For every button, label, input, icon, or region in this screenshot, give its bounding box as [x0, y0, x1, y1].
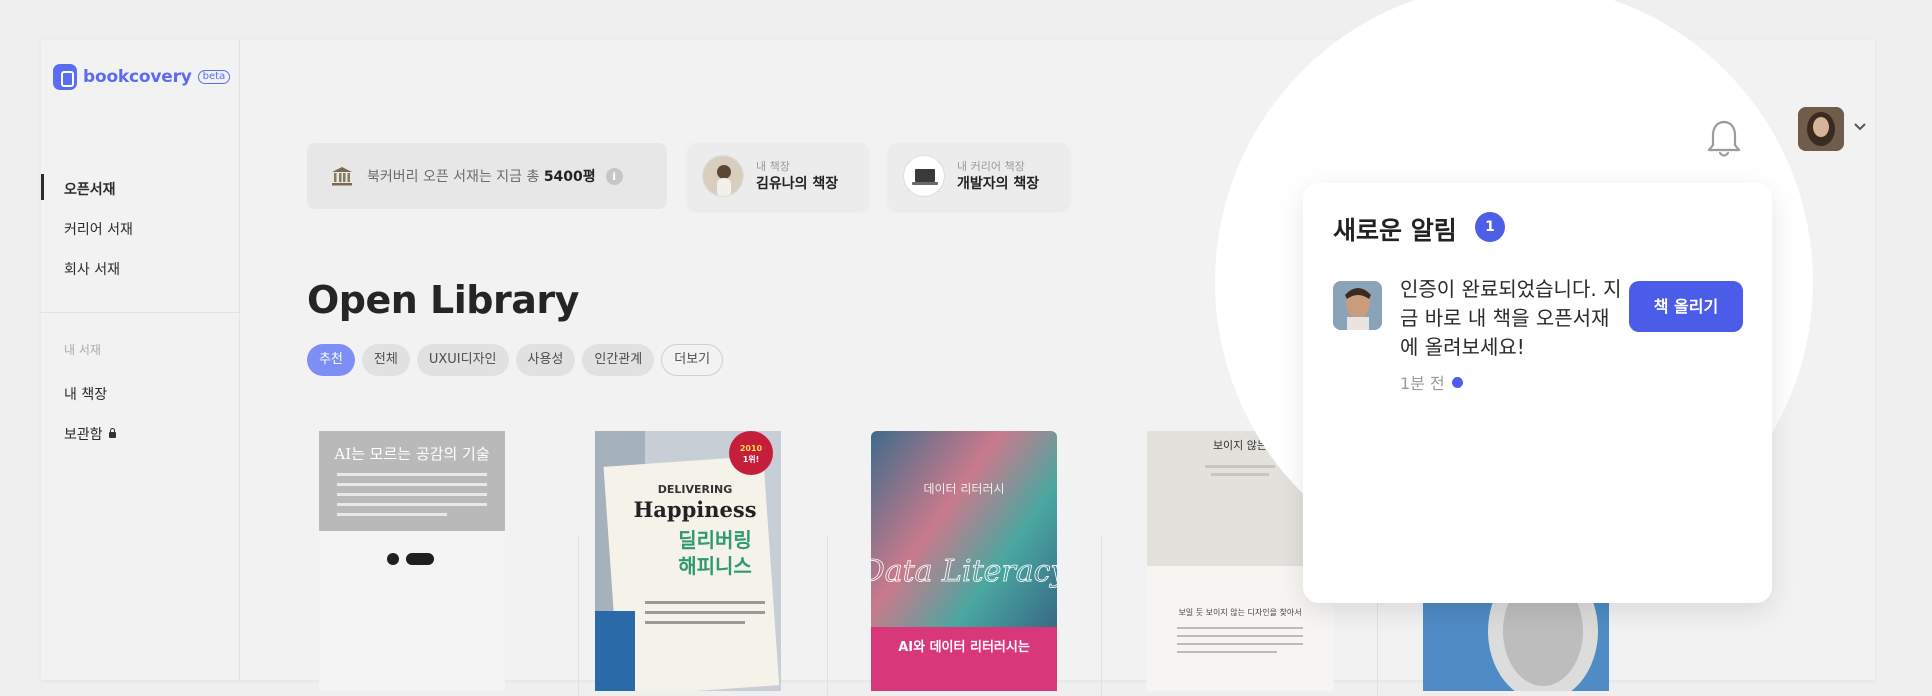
my-shelf-sub: 내 책장 — [756, 159, 790, 173]
library-stat-prefix: 북커버리 오픈 서재는 지금 총 — [367, 169, 544, 185]
tab-recommended[interactable]: 추천 — [307, 344, 355, 376]
book-badge: 1위! — [743, 454, 760, 464]
book-divider — [1101, 536, 1102, 696]
sidebar-section-label: 내 서재 — [64, 343, 101, 357]
tab-uxui-design[interactable]: UXUI디자인 — [416, 344, 509, 376]
sidebar-item-my-shelf[interactable]: 내 책장 — [64, 384, 107, 404]
notification-count-badge: 1 — [1475, 212, 1505, 242]
notification-message: 인증이 완료되었습니다. 지금 바로 내 책을 오픈서재에 올려보세요! — [1400, 277, 1622, 359]
app-window: bookcovery beta 오픈서재 커리어 서재 회사 서재 내 서재 내… — [41, 0, 1875, 696]
book-title: AI는 모르는 공감의 기술 — [333, 445, 489, 463]
unread-indicator — [1451, 376, 1463, 388]
lock-icon — [108, 428, 116, 438]
sidebar-item-company-library[interactable]: 회사 서재 — [64, 259, 120, 279]
book-subtitle: AI와 데이터 리터러시는 — [898, 639, 1030, 655]
book-title: 데이터 리터러시 — [923, 482, 1004, 496]
my-shelf-title: 김유나의 책장 — [756, 175, 839, 192]
sidebar-item-archive-label: 보관함 — [64, 427, 103, 443]
library-stat-value: 5400평 — [543, 169, 596, 185]
beta-badge: beta — [197, 70, 231, 84]
bell-icon[interactable] — [1706, 119, 1742, 159]
library-stat-card: 북커버리 오픈 서재는 지금 총 5400평 i — [307, 143, 667, 209]
book-subtitle: 해피니스 — [678, 554, 752, 578]
book-subtitle: 딜리버링 — [678, 528, 752, 552]
tab-usability[interactable]: 사용성 — [515, 344, 576, 376]
upload-book-button[interactable]: 책 올리기 — [1629, 281, 1743, 332]
sidebar-divider — [41, 312, 240, 313]
book-title: 보이지 않는 — [1213, 439, 1267, 452]
book-script-title: Data Literacy — [871, 554, 1057, 589]
book-title: DELIVERING — [658, 483, 733, 496]
tab-relationships[interactable]: 인간관계 — [582, 344, 655, 376]
logo[interactable]: bookcovery beta — [53, 64, 231, 90]
book-badge: 2010 — [740, 444, 763, 453]
avatar[interactable] — [1798, 107, 1844, 151]
book-cover[interactable]: 데이터 리터러시 Data Literacy AI와 데이터 리터러시는 — [871, 431, 1057, 691]
bank-icon — [332, 167, 352, 186]
notification-time-label: 1분 전 — [1400, 374, 1445, 393]
book-cover[interactable]: DELIVERING Happiness 딜리버링 해피니스 2010 1위! — [595, 431, 781, 691]
career-shelf-card[interactable]: 내 커리어 책장 개발자의 책장 — [889, 143, 1069, 209]
category-tabs: 추천 전체 UXUI디자인 사용성 인간관계 더보기 — [307, 344, 724, 376]
book-title: Happiness — [633, 497, 756, 522]
sidebar-item-archive[interactable]: 보관함 — [64, 424, 116, 444]
book-divider — [827, 536, 828, 696]
book-subtitle: 보일 듯 보이지 않는 디자인을 찾아서 — [1178, 607, 1301, 617]
sidebar-item-open-library[interactable]: 오픈서재 — [64, 179, 116, 199]
career-shelf-sub: 내 커리어 책장 — [957, 159, 1025, 173]
tab-more[interactable]: 더보기 — [661, 344, 724, 376]
my-shelf-card[interactable]: 내 책장 김유나의 책장 — [688, 143, 868, 209]
book-divider — [578, 536, 579, 696]
sidebar-item-career-library[interactable]: 커리어 서재 — [64, 219, 133, 239]
notification-avatar — [1333, 281, 1382, 330]
library-stat-text: 북커버리 오픈 서재는 지금 총 5400평 — [367, 166, 596, 186]
my-shelf-avatar — [702, 155, 744, 197]
tab-all[interactable]: 전체 — [361, 344, 410, 376]
chevron-down-icon[interactable] — [1853, 120, 1867, 134]
page-title: Open Library — [307, 278, 579, 322]
notification-title: 새로운 알림 — [1333, 216, 1457, 245]
sidebar: bookcovery beta 오픈서재 커리어 서재 회사 서재 내 서재 내… — [41, 40, 240, 680]
brand-name: bookcovery — [83, 67, 192, 87]
notification-time: 1분 전 — [1400, 370, 1463, 394]
notification-panel: 새로운 알림 1 인증이 완료되었습니다. 지금 바로 내 책을 오픈서재에 올… — [1303, 183, 1772, 603]
logo-icon — [53, 64, 77, 90]
career-shelf-title: 개발자의 책장 — [957, 175, 1040, 192]
info-icon[interactable]: i — [605, 167, 623, 185]
active-indicator — [41, 174, 44, 200]
book-cover[interactable]: AI는 모르는 공감의 기술 — [319, 431, 505, 691]
laptop-icon — [903, 155, 945, 197]
